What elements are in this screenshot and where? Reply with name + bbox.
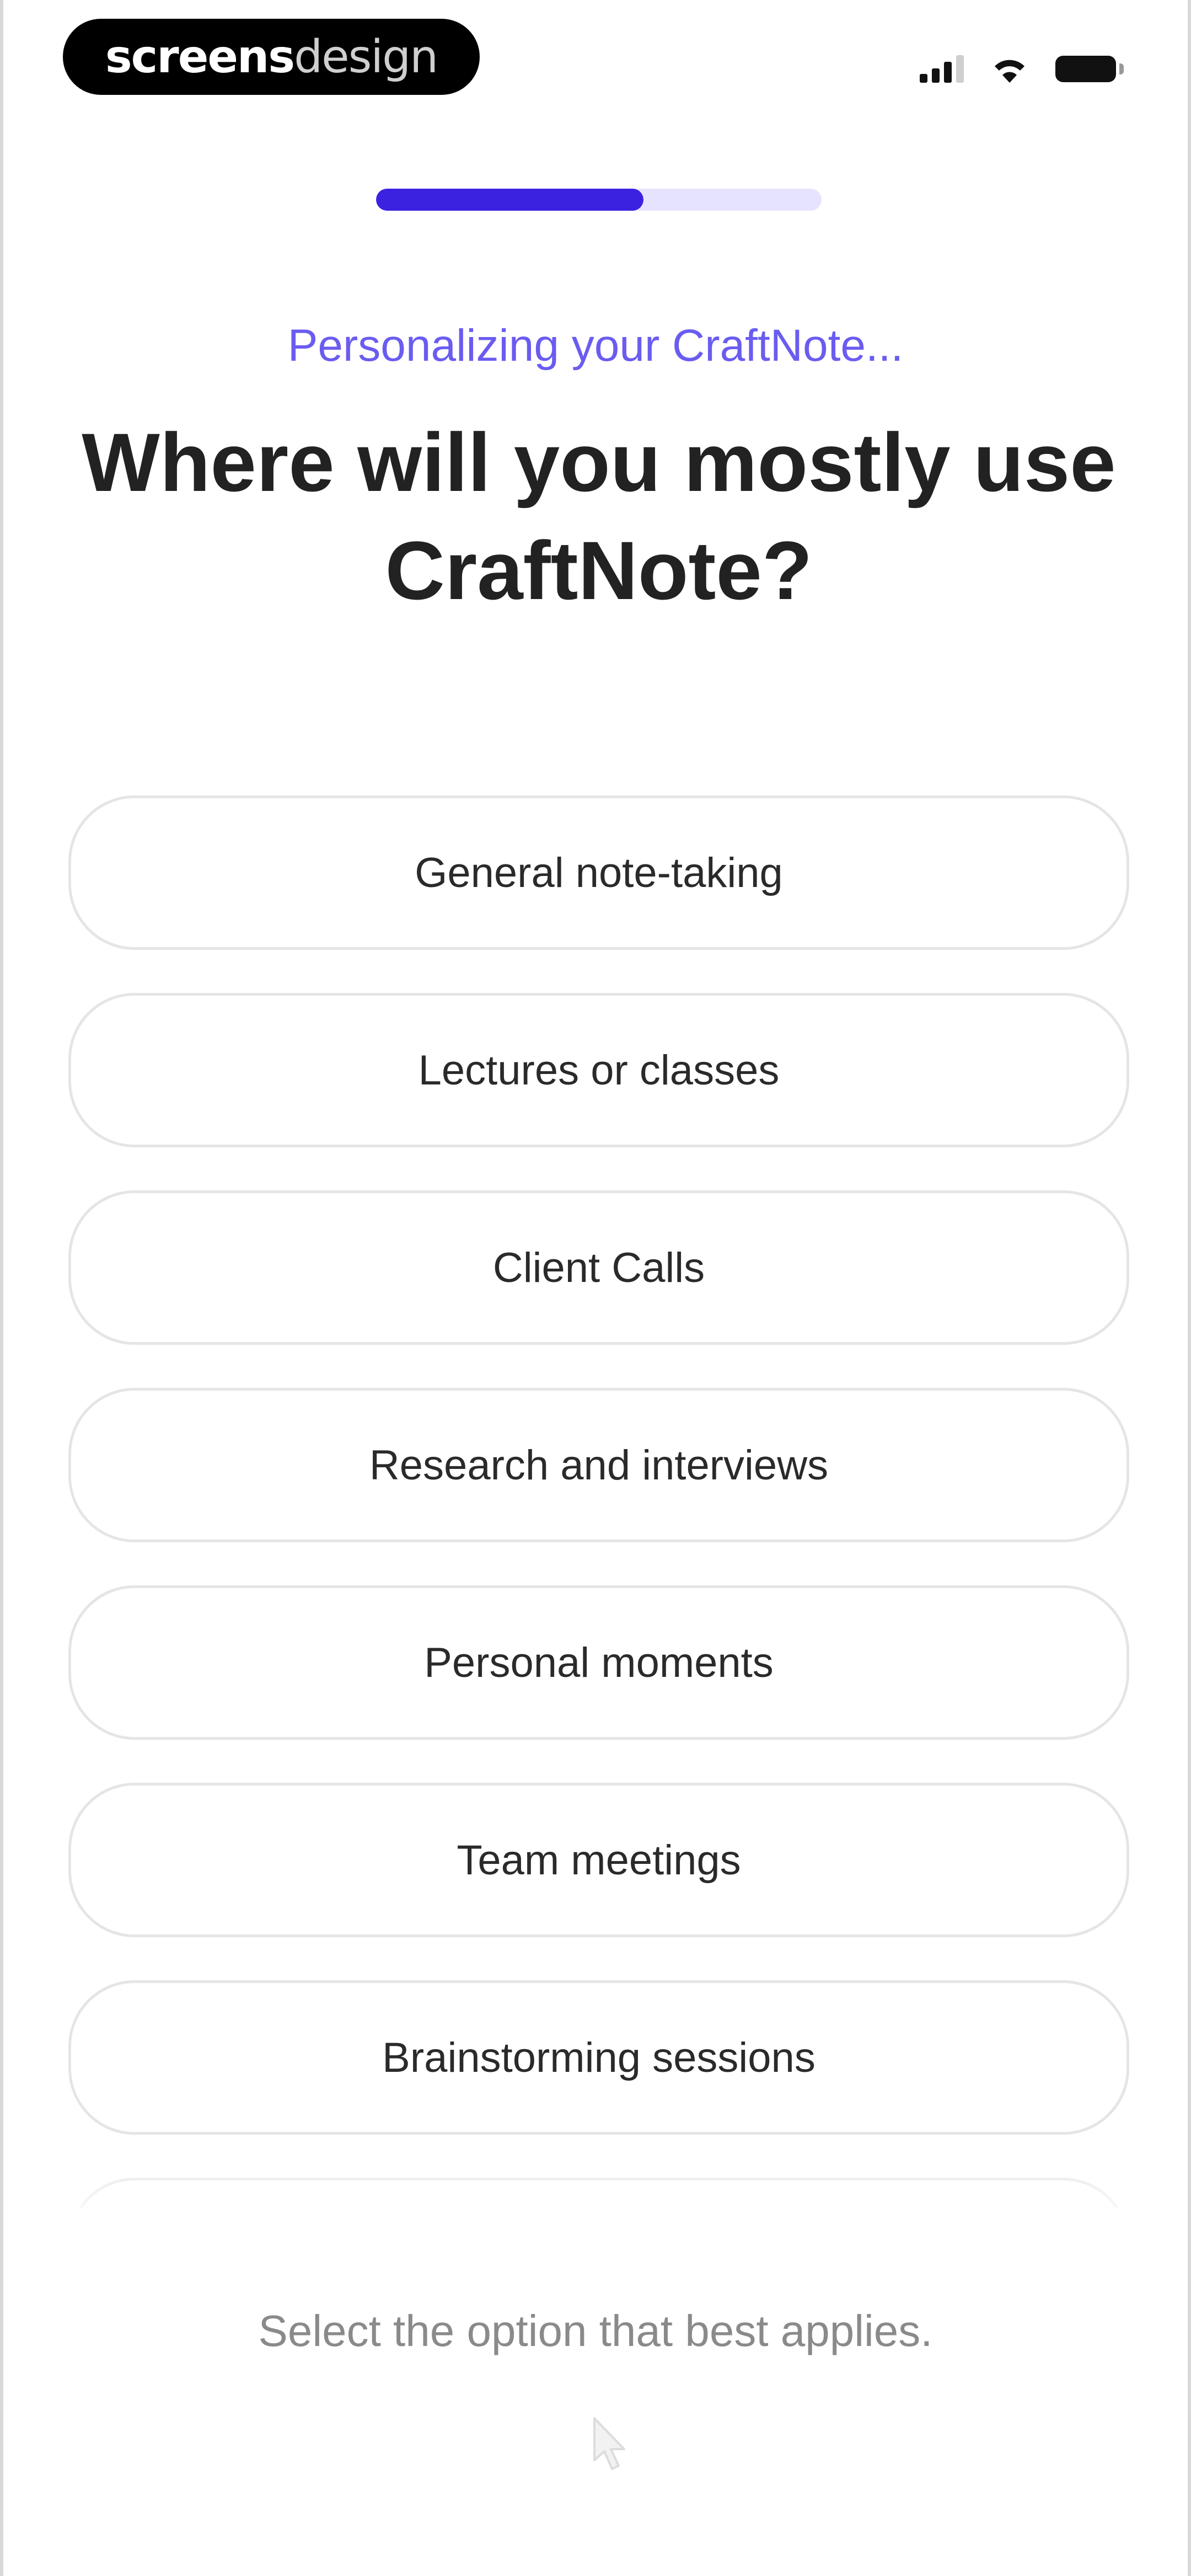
- usage-options-list: General note-taking Lectures or classes …: [68, 795, 1129, 2208]
- brand-badge: screens design: [63, 19, 480, 95]
- status-icons: [920, 50, 1124, 88]
- cellular-signal-icon: [920, 55, 964, 83]
- option-brainstorming-sessions[interactable]: Brainstorming sessions: [68, 1980, 1129, 2135]
- option-client-calls[interactable]: Client Calls: [68, 1190, 1129, 1345]
- battery-icon: [1055, 56, 1124, 82]
- option-team-meetings[interactable]: Team meetings: [68, 1783, 1129, 1937]
- brand-light-text: design: [294, 30, 438, 83]
- option-lectures-or-classes[interactable]: Lectures or classes: [68, 993, 1129, 1147]
- list-fade-overlay: [3, 2140, 1188, 2262]
- brand-bold-text: screens: [105, 30, 295, 83]
- personalizing-subtitle: Personalizing your CraftNote...: [287, 320, 904, 371]
- wifi-icon: [995, 60, 1024, 83]
- pointer-cursor-icon: [593, 2417, 625, 2470]
- option-personal-moments[interactable]: Personal moments: [68, 1585, 1129, 1740]
- selection-hint: Select the option that best applies.: [258, 2306, 933, 2355]
- option-research-and-interviews[interactable]: Research and interviews: [68, 1388, 1129, 1542]
- progress-fill: [376, 189, 643, 211]
- status-bar: screens design: [3, 0, 1188, 110]
- onboarding-progress-bar: [376, 189, 822, 211]
- option-general-note-taking[interactable]: General note-taking: [68, 795, 1129, 950]
- page-title: Where will you mostly use CraftNote?: [82, 416, 1116, 617]
- onboarding-screen: screens design Personalizing your CraftNo…: [0, 0, 1191, 2576]
